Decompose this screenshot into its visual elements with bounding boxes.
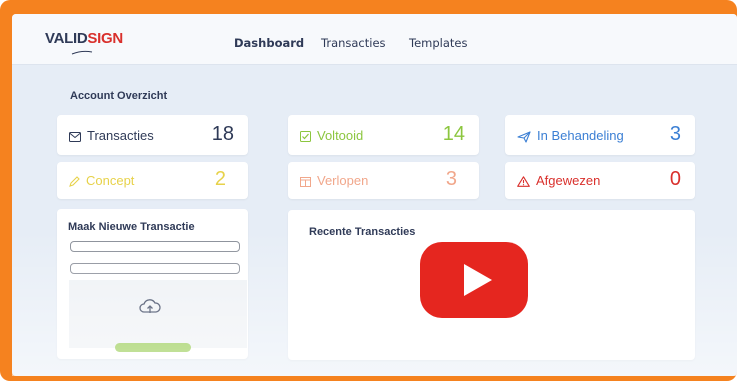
app-screen: VALIDSIGN Dashboard Transacties Template…: [12, 14, 737, 376]
stat-card-verlopen[interactable]: Verlopen 3: [288, 162, 479, 199]
warning-icon: [517, 176, 530, 187]
stat-label-transacties: Transacties: [87, 128, 154, 143]
transaction-description-field[interactable]: [70, 263, 240, 274]
play-button[interactable]: [420, 242, 528, 318]
stat-label-voltooid: Voltooid: [317, 128, 364, 143]
stat-label-afgewezen: Afgewezen: [536, 173, 601, 188]
top-navigation-bar: VALIDSIGN Dashboard Transacties Template…: [12, 14, 737, 65]
send-icon: [517, 131, 531, 143]
transaction-name-field[interactable]: [70, 241, 240, 252]
stat-value-afgewezen: 0: [669, 168, 681, 190]
stat-card-concept[interactable]: Concept 2: [57, 162, 248, 199]
nav-transacties[interactable]: Transacties: [321, 36, 386, 50]
stat-value-concept: 2: [214, 168, 226, 190]
stat-value-verlopen: 3: [445, 168, 457, 190]
calendar-icon: [300, 177, 311, 188]
stat-card-afgewezen[interactable]: Afgewezen 0: [505, 162, 695, 199]
logo-swoosh-icon: [71, 50, 93, 55]
nav-templates[interactable]: Templates: [409, 36, 467, 50]
stat-value-in-behandeling: 3: [669, 123, 681, 145]
account-overview-title: Account Overzicht: [70, 90, 168, 102]
validsign-logo[interactable]: VALIDSIGN: [45, 30, 123, 47]
nav-dashboard[interactable]: Dashboard: [234, 36, 304, 50]
stat-label-verlopen: Verlopen: [317, 173, 369, 188]
stat-value-voltooid: 14: [442, 123, 465, 145]
stat-card-voltooid[interactable]: Voltooid 14: [288, 115, 479, 155]
stat-card-in-behandeling[interactable]: In Behandeling 3: [505, 115, 695, 155]
pen-icon: [69, 176, 80, 187]
stat-card-transacties[interactable]: Transacties 18: [57, 115, 248, 155]
stat-label-concept: Concept: [86, 173, 135, 188]
stat-label-in-behandeling: In Behandeling: [537, 128, 624, 143]
play-icon: [464, 264, 492, 296]
recent-transactions-title: Recente Transacties: [309, 226, 416, 238]
stat-value-transacties: 18: [211, 123, 234, 145]
new-transaction-title: Maak Nieuwe Transactie: [68, 221, 195, 233]
envelope-icon: [69, 131, 81, 142]
check-square-icon: [300, 131, 311, 143]
continue-button[interactable]: [115, 343, 191, 352]
cloud-upload-icon: [139, 299, 161, 313]
